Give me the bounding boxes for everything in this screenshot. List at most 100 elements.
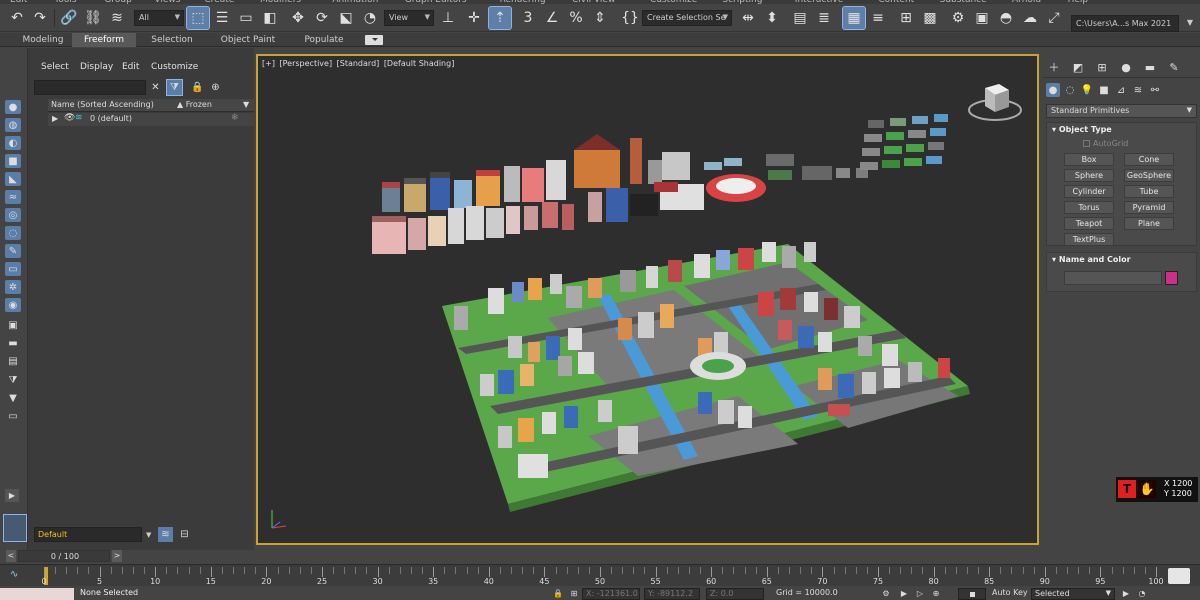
object-color-swatch[interactable] (1165, 271, 1178, 285)
time-slider-track[interactable]: 0 / 100 (18, 550, 110, 562)
hand-icon[interactable]: ✋ (1138, 480, 1156, 498)
rectangular-selection-icon[interactable]: ▭ (235, 7, 257, 29)
keyframe-icon[interactable]: ⊕ (930, 588, 942, 600)
scene-explorer-toggle[interactable] (3, 514, 27, 542)
move-icon[interactable]: ✥ (287, 7, 309, 29)
primitive-category-dropdown[interactable]: Standard Primitives ▼ (1046, 104, 1197, 118)
lock-selection-icon[interactable]: 🔒 (552, 588, 564, 600)
spinner-snap-icon[interactable]: ⇕ (589, 7, 611, 29)
explorer-search-input[interactable] (34, 80, 146, 95)
tab-freeform[interactable]: Freeform (72, 33, 136, 47)
unlink-icon[interactable]: ⛓ (82, 7, 104, 29)
eye-icon[interactable]: 👁 (64, 113, 75, 123)
systems-icon[interactable]: ⚯ (1148, 83, 1162, 97)
cylinder-button[interactable]: Cylinder (1064, 185, 1114, 198)
tab-populate[interactable]: Populate (292, 33, 356, 47)
project-path-field[interactable]: C:\Users\A...s Max 2021 (1071, 15, 1179, 32)
funnel-icon[interactable]: ▼ (5, 391, 21, 405)
select-invert-icon[interactable]: ▤ (5, 354, 21, 368)
cameras-icon[interactable]: ■ (1097, 83, 1111, 97)
display-helpers-icon[interactable]: ≈ (5, 190, 21, 204)
menu-customize[interactable]: Customize (151, 62, 198, 72)
key-mode-dropdown[interactable]: Selected ▼ (1031, 588, 1115, 600)
space-warps-icon[interactable]: ≋ (1131, 83, 1145, 97)
helpers-icon[interactable]: ⊿ (1114, 83, 1128, 97)
keyboard-shortcut-override-icon[interactable]: ⇡ (488, 6, 512, 30)
cone-button[interactable]: Cone (1124, 153, 1174, 166)
sphere-button[interactable]: Sphere (1064, 169, 1114, 182)
current-layer-field[interactable]: Default (34, 527, 142, 542)
selection-filter-dropdown[interactable]: All ▼ (134, 10, 184, 26)
layer-hierarchy-icon[interactable]: ⊟ (177, 527, 192, 542)
expand-arrow-icon[interactable]: ▶ (52, 114, 58, 123)
invert-display-icon[interactable]: ▣ (5, 318, 21, 332)
menu-display[interactable]: Display (80, 62, 113, 72)
object-type-title[interactable]: ▾ Object Type (1052, 125, 1112, 134)
create-tab-icon[interactable]: ＋ (1046, 59, 1062, 75)
next-frame-button[interactable]: > (112, 550, 122, 562)
utilities-tab-icon[interactable]: ✎ (1166, 59, 1182, 75)
curve-editor-icon[interactable]: ≡ (867, 7, 889, 29)
placement-icon[interactable]: ◔ (359, 7, 381, 29)
maxscript-icon[interactable]: T (1118, 480, 1136, 498)
lights-icon[interactable]: 💡 (1080, 83, 1094, 97)
box-button[interactable]: Box (1064, 153, 1114, 166)
pivot-center-icon[interactable]: ⊥ (437, 7, 459, 29)
filter-toggle-icon[interactable]: ⧩ (166, 79, 183, 96)
snaps-toggle-icon[interactable]: 3 (517, 7, 539, 29)
display-tab-icon[interactable]: ▬ (1142, 59, 1158, 75)
bind-space-warp-icon[interactable]: ≋ (106, 7, 128, 29)
viewport-point-of-view[interactable]: [Perspective] (280, 59, 333, 68)
y-coordinate-field[interactable]: Y: -89112.2 (644, 588, 700, 600)
viewport-standard[interactable]: [Standard] (337, 59, 380, 68)
key-filters-icon[interactable]: ◔ (1136, 588, 1148, 600)
display-cameras-icon[interactable]: ◣ (5, 172, 21, 186)
layer-explorer-icon[interactable]: ≋ (158, 527, 173, 542)
percent-snap-icon[interactable]: % (565, 7, 587, 29)
select-by-name-icon[interactable]: ☰ (211, 7, 233, 29)
display-space-warps-icon[interactable]: ◎ (5, 208, 21, 222)
x-coordinate-field[interactable]: X: -121361.0 (582, 588, 640, 600)
modify-tab-icon[interactable]: ◩ (1070, 59, 1086, 75)
render-production-icon[interactable]: ◓ (995, 7, 1017, 29)
display-none-icon[interactable]: ● (5, 100, 21, 114)
frame-ruler[interactable]: 0 5 10 15 20 25 30 35 40 45 50 55 60 65 70 75 80 85 90 95 10… (41, 567, 1164, 586)
add-layer-icon[interactable]: ⊕ (208, 80, 223, 95)
viewport-shading[interactable]: [Default Shading] (384, 59, 455, 68)
display-all-icon[interactable]: ◉ (5, 298, 21, 312)
menu-select[interactable]: Select (41, 62, 69, 72)
tab-modeling[interactable]: Modeling (16, 33, 70, 47)
auto-key-button[interactable]: Auto Key (992, 588, 1028, 597)
hierarchy-tab-icon[interactable]: ⊞ (1094, 59, 1110, 75)
link-icon[interactable]: 🔗 (58, 7, 80, 29)
layer-icon[interactable]: ▭ (5, 409, 21, 423)
play-icon[interactable]: ▶ (898, 588, 910, 600)
next-key-icon[interactable]: ▷ (914, 588, 926, 600)
display-groups-icon[interactable]: ◌ (5, 226, 21, 240)
motion-tab-icon[interactable]: ● (1118, 59, 1134, 75)
plane-button[interactable]: Plane (1124, 217, 1174, 230)
viewport-label[interactable]: [+] [Perspective] [Standard] [Default Sh… (262, 59, 456, 68)
name-and-color-title[interactable]: ▾ Name and Color (1052, 255, 1131, 264)
display-bone-objects-icon[interactable]: ▭ (5, 262, 21, 276)
display-shapes-icon[interactable]: ◐ (5, 136, 21, 150)
teapot-button[interactable]: Teapot (1064, 217, 1114, 230)
schematic-view-icon[interactable]: ⊞ (895, 7, 917, 29)
absolute-transform-icon[interactable]: ⊞ (568, 588, 580, 600)
geometry-icon[interactable]: ● (1046, 83, 1060, 97)
set-key-filter-icon[interactable]: ▶ (1120, 588, 1132, 600)
redo-icon[interactable]: ↷ (29, 7, 51, 29)
display-lights-icon[interactable]: ■ (5, 154, 21, 168)
display-object-xrefs-icon[interactable]: ✎ (5, 244, 21, 258)
a360-gallery-icon[interactable]: ⤢ (1043, 7, 1065, 29)
layer-explorer-icon[interactable]: ≣ (813, 7, 835, 29)
pyramid-button[interactable]: Pyramid (1124, 201, 1174, 214)
window-crossing-icon[interactable]: ◧ (259, 7, 281, 29)
maxscript-listener-field[interactable] (0, 588, 74, 600)
curve-editor-mini-icon[interactable]: ∿ (10, 569, 18, 580)
menu-edit[interactable]: Edit (122, 62, 139, 72)
list-item[interactable]: ▶ 👁 ≋ 0 (default) ❄ (48, 113, 254, 126)
toggle-ribbon-icon[interactable]: ▦ (842, 6, 866, 30)
textplus-button[interactable]: TextPlus (1064, 233, 1114, 246)
tab-selection[interactable]: Selection (140, 33, 204, 47)
